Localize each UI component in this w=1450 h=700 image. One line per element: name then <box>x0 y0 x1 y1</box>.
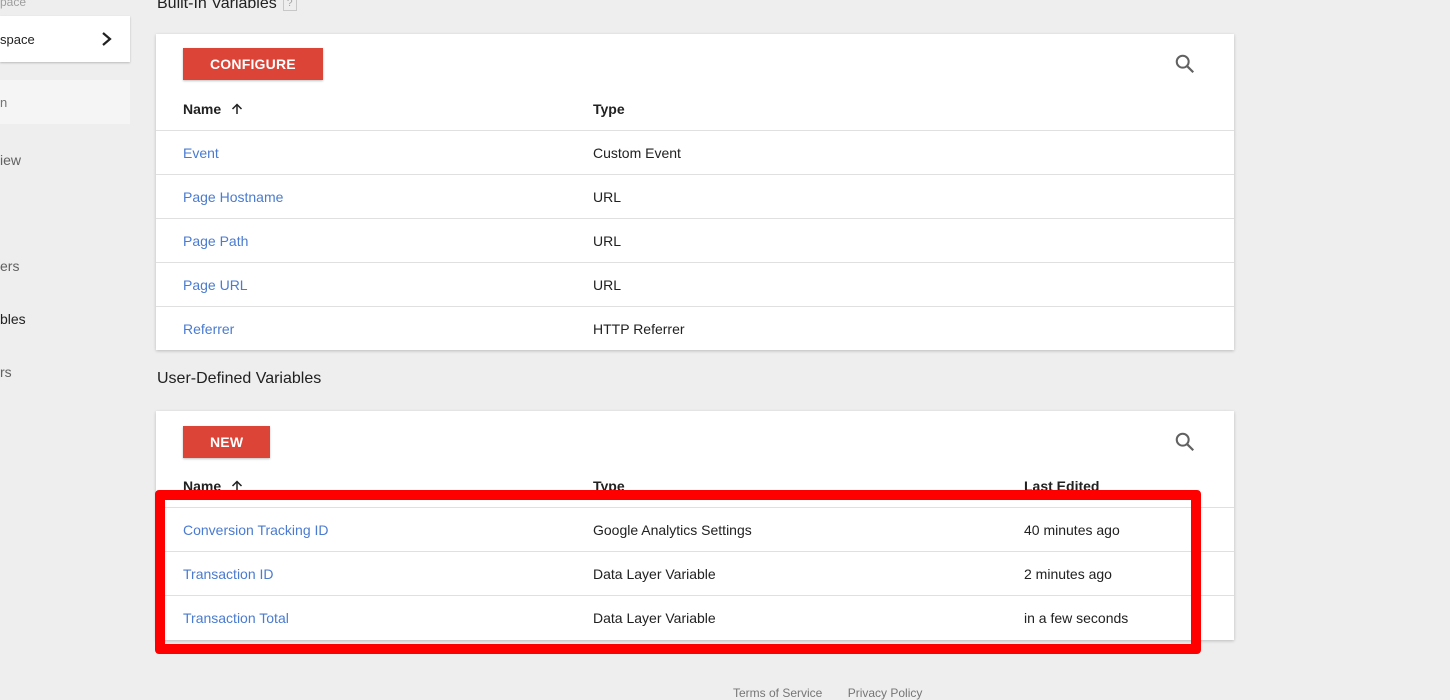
builtin-table-header: Name Type <box>156 87 1234 131</box>
variable-type: URL <box>593 189 622 205</box>
builtin-variables-card: CONFIGURE Name Type Event Custom Event P… <box>156 34 1234 350</box>
workspace-selector[interactable]: space <box>0 16 130 62</box>
workspace-label: pace <box>0 0 27 9</box>
sidebar-search-text: n <box>0 94 8 110</box>
user-defined-variables-title: User-Defined Variables <box>157 370 322 387</box>
variable-name-link[interactable]: Transaction Total <box>183 610 289 626</box>
configure-button[interactable]: CONFIGURE <box>183 48 323 80</box>
type-column-header[interactable]: Type <box>593 101 625 117</box>
table-row[interactable]: Event Custom Event <box>156 131 1234 175</box>
variable-type: Google Analytics Settings <box>593 522 752 538</box>
sidebar-item-variables[interactable]: bles <box>0 311 26 327</box>
footer: Terms of Service Privacy Policy <box>733 686 944 700</box>
name-column-label: Name <box>183 101 222 117</box>
sidebar: pace space n iew ers bles rs <box>0 0 140 694</box>
table-row[interactable]: Page URL URL <box>156 263 1234 307</box>
variable-name-link[interactable]: Event <box>183 145 219 161</box>
table-row[interactable]: Transaction Total Data Layer Variable in… <box>156 596 1234 640</box>
new-variable-button[interactable]: NEW <box>183 426 271 458</box>
privacy-policy-link[interactable]: Privacy Policy <box>848 686 923 700</box>
help-icon[interactable]: ? <box>282 0 297 11</box>
table-row[interactable]: Page Hostname URL <box>156 175 1234 219</box>
variable-last-edited: in a few seconds <box>1024 610 1129 626</box>
variable-type: HTTP Referrer <box>593 321 685 337</box>
variable-name-link[interactable]: Page Path <box>183 233 248 249</box>
name-column-header[interactable]: Name <box>183 478 243 494</box>
variable-last-edited: 40 minutes ago <box>1024 522 1120 538</box>
variable-type: Data Layer Variable <box>593 610 716 626</box>
chevron-right-icon <box>102 32 112 46</box>
terms-of-service-link[interactable]: Terms of Service <box>733 686 822 700</box>
user-defined-variables-card: NEW Name Type Last Edited Conversion Tra… <box>156 411 1234 640</box>
variable-name-link[interactable]: Page URL <box>183 277 248 293</box>
variable-name-link[interactable]: Conversion Tracking ID <box>183 522 329 538</box>
builtin-variables-heading: Built-In Variables? <box>157 0 297 13</box>
sort-ascending-icon <box>232 103 243 114</box>
variable-type: URL <box>593 233 622 249</box>
last-edited-column-header[interactable]: Last Edited <box>1024 478 1099 494</box>
sidebar-item-overview[interactable]: iew <box>0 152 21 168</box>
name-column-label: Name <box>183 478 222 494</box>
name-column-header[interactable]: Name <box>183 101 243 117</box>
sidebar-item-triggers[interactable]: ers <box>0 258 19 274</box>
table-row[interactable]: Page Path URL <box>156 219 1234 263</box>
sidebar-item-folders[interactable]: rs <box>0 364 12 380</box>
variable-name-link[interactable]: Referrer <box>183 321 234 337</box>
variable-type: URL <box>593 277 622 293</box>
table-row[interactable]: Conversion Tracking ID Google Analytics … <box>156 508 1234 552</box>
variable-type: Data Layer Variable <box>593 566 716 582</box>
variable-type: Custom Event <box>593 145 681 161</box>
sort-ascending-icon <box>232 480 243 491</box>
search-icon[interactable] <box>1174 53 1196 75</box>
sidebar-search[interactable]: n <box>0 80 130 124</box>
table-row[interactable]: Transaction ID Data Layer Variable 2 min… <box>156 552 1234 596</box>
builtin-variables-title: Built-In Variables <box>157 0 277 12</box>
user-defined-table-header: Name Type Last Edited <box>156 464 1234 508</box>
workspace-name: space <box>0 31 35 47</box>
variable-last-edited: 2 minutes ago <box>1024 566 1112 582</box>
search-icon[interactable] <box>1174 431 1196 453</box>
table-row[interactable]: Referrer HTTP Referrer <box>156 307 1234 351</box>
variable-name-link[interactable]: Transaction ID <box>183 566 274 582</box>
type-column-header[interactable]: Type <box>593 478 625 494</box>
variable-name-link[interactable]: Page Hostname <box>183 189 283 205</box>
